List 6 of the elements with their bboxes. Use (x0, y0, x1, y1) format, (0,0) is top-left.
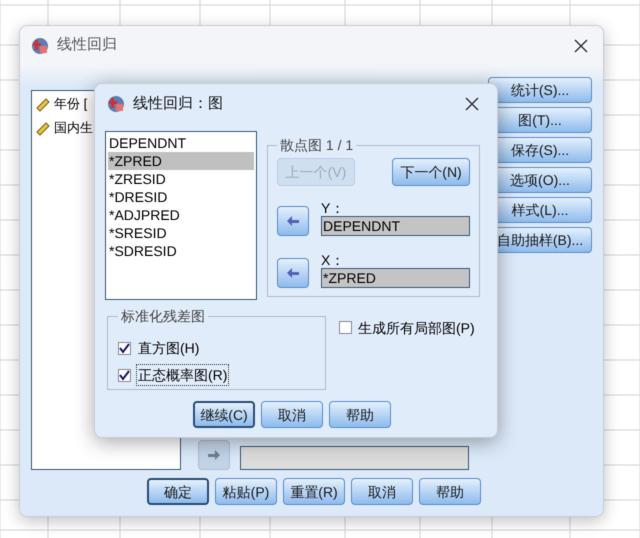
dialog-title: 线性回归：图 (133, 94, 223, 114)
window-title: 线性回归 (57, 35, 117, 56)
group-title: 散点图 1 / 1 (279, 136, 354, 155)
group-title: 标准化残差图 (120, 307, 206, 326)
axis-label: X： (321, 252, 346, 268)
axis-label: Y： (321, 200, 346, 216)
